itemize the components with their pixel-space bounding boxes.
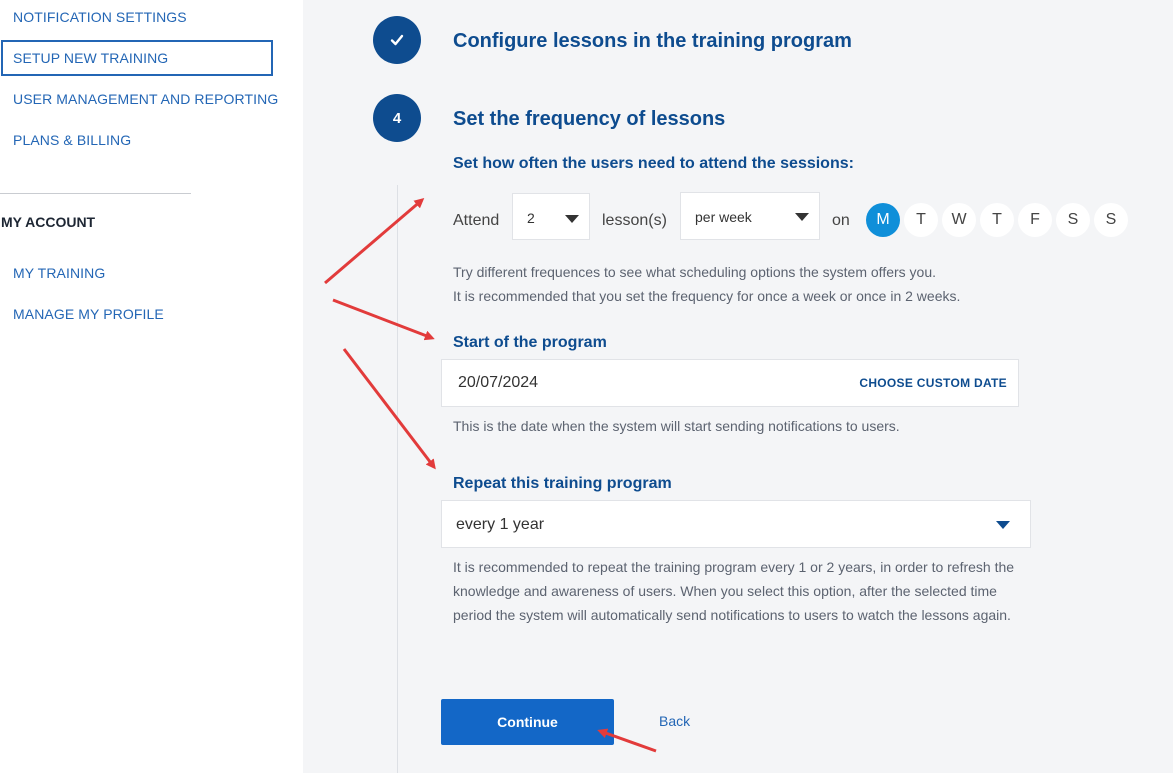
continue-button[interactable]: Continue: [441, 699, 614, 745]
lesson-count-value: 2: [527, 210, 535, 226]
chevron-down-icon: [565, 215, 579, 223]
choose-custom-date-button[interactable]: CHOOSE CUSTOM DATE: [859, 376, 1007, 390]
repeat-heading: Repeat this training program: [453, 475, 672, 492]
day-toggle-saturday[interactable]: S: [1056, 203, 1090, 237]
day-toggle-tuesday[interactable]: T: [904, 203, 938, 237]
attend-label: Attend: [453, 212, 500, 229]
sidebar-divider: [0, 193, 191, 194]
repeat-hint-line2: knowledge and awareness of users. When y…: [453, 583, 997, 599]
start-date-value: 20/07/2024: [458, 374, 539, 391]
step-current-badge: 4: [373, 94, 421, 142]
sidebar-item-plans-billing[interactable]: PLANS & BILLING: [13, 132, 131, 148]
arrow-to-frequency: [324, 198, 425, 285]
frequency-hint-line1: Try different frequences to see what sch…: [453, 264, 937, 280]
repeat-hint-line1: It is recommended to repeat the training…: [453, 559, 1015, 575]
sidebar-item-user-management[interactable]: USER MANAGEMENT AND REPORTING: [13, 91, 278, 107]
repeat-hint-line3: period the system will automatically sen…: [453, 607, 1011, 623]
day-toggle-monday[interactable]: M: [866, 203, 900, 237]
arrow-to-start: [332, 298, 435, 341]
chevron-down-icon: [996, 521, 1010, 529]
day-toggle-wednesday[interactable]: W: [942, 203, 976, 237]
sidebar-item-notification-settings[interactable]: NOTIFICATION SETTINGS: [13, 9, 187, 25]
sidebar: NOTIFICATION SETTINGS SETUP NEW TRAINING…: [0, 0, 303, 773]
sidebar-item-my-training[interactable]: MY TRAINING: [13, 265, 105, 281]
period-select[interactable]: per week: [680, 192, 820, 240]
lessons-label: lesson(s): [602, 212, 667, 229]
step-current-title: Set the frequency of lessons: [453, 108, 726, 130]
sidebar-item-setup-new-training[interactable]: SETUP NEW TRAINING: [1, 40, 273, 76]
day-toggle-friday[interactable]: F: [1018, 203, 1052, 237]
lesson-count-select[interactable]: 2: [512, 193, 590, 240]
my-account-heading: MY ACCOUNT: [1, 214, 96, 230]
on-label: on: [832, 212, 850, 229]
steps-timeline: [397, 185, 398, 773]
period-value: per week: [695, 209, 752, 225]
arrow-to-repeat: [342, 348, 436, 470]
start-heading: Start of the program: [453, 334, 607, 351]
checkmark-icon: [390, 34, 404, 46]
step-done-title: Configure lessons in the training progra…: [453, 30, 852, 52]
sidebar-item-manage-profile[interactable]: MANAGE MY PROFILE: [13, 306, 164, 322]
chevron-down-icon: [795, 213, 809, 221]
step-done-badge: [373, 16, 421, 64]
start-date-field[interactable]: 20/07/2024 CHOOSE CUSTOM DATE: [441, 359, 1019, 407]
start-hint: This is the date when the system will st…: [453, 418, 900, 434]
day-toggle-sunday[interactable]: S: [1094, 203, 1128, 237]
repeat-select[interactable]: every 1 year: [441, 500, 1031, 548]
frequency-hint-line2: It is recommended that you set the frequ…: [453, 288, 961, 304]
back-link[interactable]: Back: [659, 713, 690, 729]
frequency-heading: Set how often the users need to attend t…: [453, 155, 854, 172]
day-toggle-thursday[interactable]: T: [980, 203, 1014, 237]
repeat-value: every 1 year: [456, 516, 545, 533]
